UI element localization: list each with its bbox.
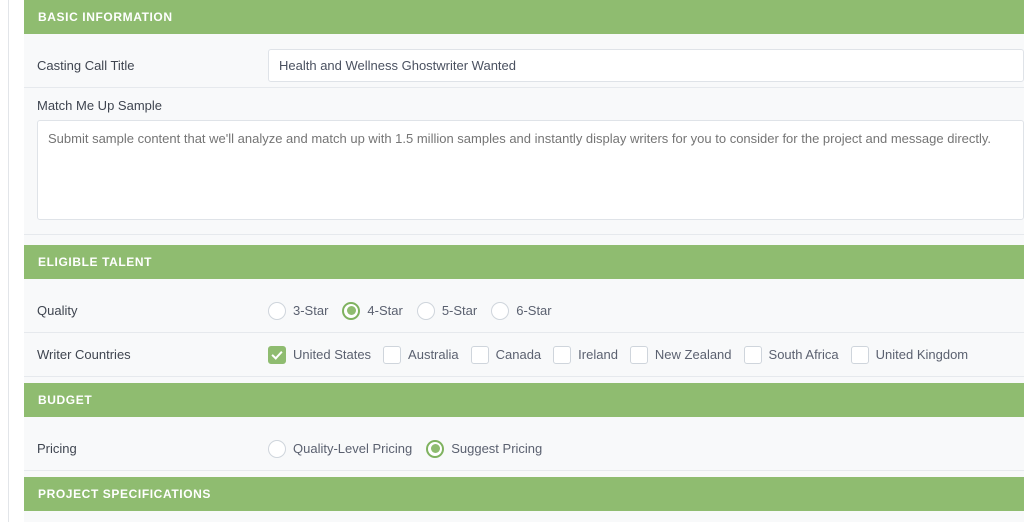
checkbox-checked-icon[interactable]	[268, 345, 286, 364]
radio-checked-icon[interactable]	[342, 301, 361, 320]
section-header-budget: BUDGET	[24, 383, 1024, 417]
row-match-me-up-sample: Match Me Up Sample	[24, 88, 1024, 235]
pricing-option-label: Suggest Pricing	[451, 441, 543, 456]
country-option-south-africa[interactable]: South Africa	[743, 345, 839, 364]
checkbox-unchecked-icon[interactable]	[470, 345, 489, 364]
country-option-label: United Kingdom	[875, 347, 969, 362]
row-casting-call-title: Casting Call Title	[24, 44, 1024, 88]
control-writer-countries: United States Australia Canada Ireland N…	[268, 345, 1024, 364]
casting-call-title-input[interactable]	[268, 49, 1024, 82]
country-option-canada[interactable]: Canada	[470, 345, 542, 364]
checkbox-unchecked-icon[interactable]	[629, 345, 648, 364]
pricing-radio-group: Quality-Level Pricing Suggest Pricing	[268, 439, 1024, 458]
country-option-label: South Africa	[768, 347, 839, 362]
country-option-label: United States	[293, 347, 372, 362]
pricing-option-suggest-pricing[interactable]: Suggest Pricing	[426, 439, 543, 458]
label-match-me-up-sample: Match Me Up Sample	[37, 98, 162, 113]
country-option-label: Australia	[408, 347, 459, 362]
spacer-after-basic-header	[24, 34, 1024, 44]
form-panel: BASIC INFORMATION Casting Call Title Mat…	[24, 0, 1024, 522]
row-quality: Quality 3-Star 4-Star 5-Star 6-Star	[24, 289, 1024, 333]
quality-option-label: 4-Star	[367, 303, 403, 318]
control-match-me-up-sample	[24, 120, 1024, 220]
match-me-up-sample-textarea[interactable]	[37, 120, 1024, 220]
radio-unchecked-icon[interactable]	[268, 439, 286, 458]
left-padding	[9, 0, 24, 522]
left-gutter	[0, 0, 8, 522]
section-header-basic-information: BASIC INFORMATION	[24, 0, 1024, 34]
quality-option-label: 3-Star	[293, 303, 329, 318]
country-option-ireland[interactable]: Ireland	[553, 345, 618, 364]
quality-option-6-star[interactable]: 6-Star	[491, 301, 552, 320]
radio-unchecked-icon[interactable]	[268, 301, 286, 320]
radio-unchecked-icon[interactable]	[416, 301, 435, 320]
quality-option-5-star[interactable]: 5-Star	[416, 301, 478, 320]
country-option-label: New Zealand	[654, 347, 732, 362]
pricing-option-label: Quality-Level Pricing	[293, 441, 413, 456]
spacer-before-eligible-talent	[24, 235, 1024, 245]
label-casting-call-title: Casting Call Title	[37, 58, 135, 73]
country-option-australia[interactable]: Australia	[383, 345, 459, 364]
section-header-eligible-talent: ELIGIBLE TALENT	[24, 245, 1024, 279]
spacer-after-eligible-header	[24, 279, 1024, 289]
writer-countries-checkbox-group: United States Australia Canada Ireland N…	[268, 345, 1024, 364]
checkbox-unchecked-icon[interactable]	[553, 345, 572, 364]
spacer-after-budget-header	[24, 417, 1024, 427]
section-header-project-specifications: PROJECT SPECIFICATIONS	[24, 477, 1024, 511]
radio-checked-icon[interactable]	[426, 439, 445, 458]
label-writer-countries: Writer Countries	[37, 347, 131, 362]
quality-radio-group: 3-Star 4-Star 5-Star 6-Star	[268, 301, 1024, 320]
quality-option-4-star[interactable]: 4-Star	[342, 301, 403, 320]
quality-option-label: 5-Star	[441, 303, 478, 318]
row-writer-countries: Writer Countries United States Australia…	[24, 333, 1024, 377]
quality-option-label: 6-Star	[516, 303, 552, 318]
row-pricing: Pricing Quality-Level Pricing Suggest Pr…	[24, 427, 1024, 471]
label-pricing: Pricing	[37, 441, 77, 456]
quality-option-3-star[interactable]: 3-Star	[268, 301, 329, 320]
radio-unchecked-icon[interactable]	[491, 301, 510, 320]
label-quality: Quality	[37, 303, 78, 318]
checkbox-unchecked-icon[interactable]	[743, 345, 762, 364]
country-option-new-zealand[interactable]: New Zealand	[629, 345, 732, 364]
country-option-label: Ireland	[578, 347, 618, 362]
country-option-label: Canada	[495, 347, 542, 362]
country-option-united-states[interactable]: United States	[268, 345, 372, 364]
checkbox-unchecked-icon[interactable]	[850, 345, 869, 364]
control-casting-call-title	[268, 49, 1024, 82]
control-pricing: Quality-Level Pricing Suggest Pricing	[268, 439, 1024, 458]
casting-call-form-page: BASIC INFORMATION Casting Call Title Mat…	[0, 0, 1024, 522]
country-option-united-kingdom[interactable]: United Kingdom	[850, 345, 969, 364]
pricing-option-quality-level[interactable]: Quality-Level Pricing	[268, 439, 413, 458]
control-quality: 3-Star 4-Star 5-Star 6-Star	[268, 301, 1024, 320]
checkbox-unchecked-icon[interactable]	[383, 345, 402, 364]
